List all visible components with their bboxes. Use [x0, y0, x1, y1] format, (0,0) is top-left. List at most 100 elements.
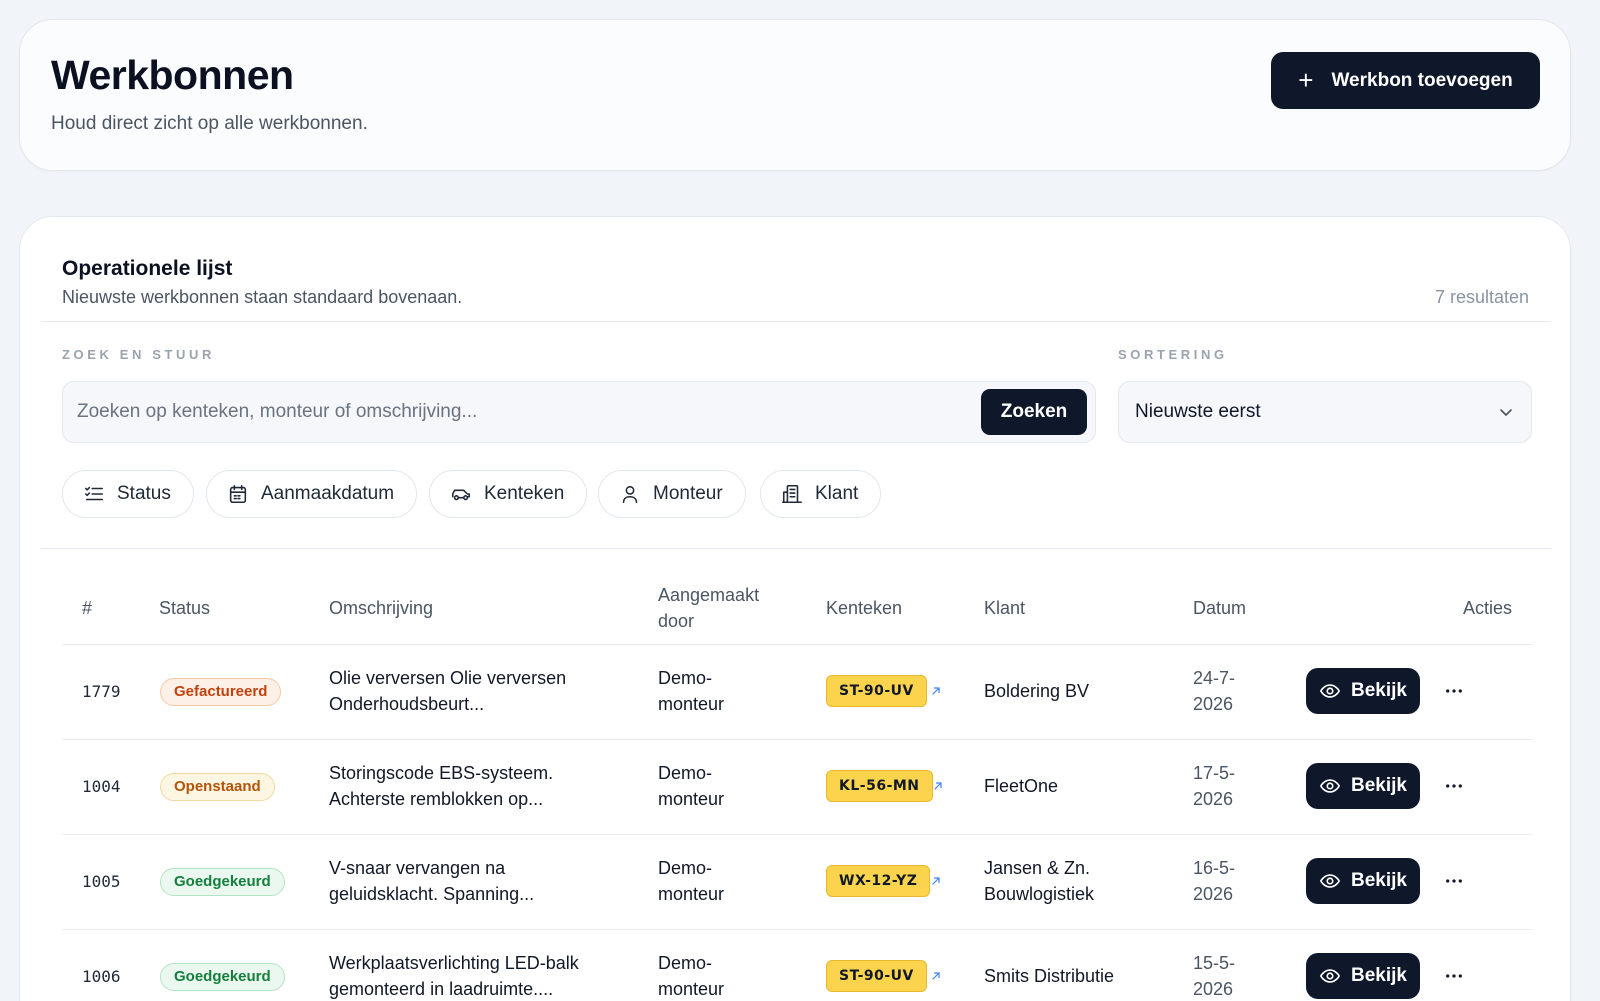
- row-created-by-line1: Demo-: [658, 953, 713, 973]
- row-date-line2: 2026: [1193, 694, 1234, 714]
- status-badge: Openstaand: [160, 773, 275, 801]
- row-number: 1005: [82, 872, 121, 891]
- license-plate[interactable]: KL-56-MN: [826, 770, 933, 802]
- list-title: Operationele lijst: [62, 257, 233, 280]
- view-button-label: Bekijk: [1351, 775, 1407, 796]
- row-customer: Jansen & Zn. Bouwlogistiek: [984, 855, 1094, 907]
- sort-value: Nieuwste eerst: [1135, 401, 1261, 422]
- row-date: 15-5- 2026: [1193, 950, 1235, 1001]
- row-customer: Boldering BV: [984, 681, 1090, 701]
- search-input[interactable]: [77, 396, 957, 428]
- view-button[interactable]: Bekijk: [1306, 668, 1420, 714]
- view-button[interactable]: Bekijk: [1306, 763, 1420, 809]
- column-header-description: Omschrijving: [329, 598, 434, 618]
- column-header-created-by-line1: Aangemaakt: [658, 585, 760, 605]
- row-description-line2: Achterste remblokken op...: [329, 789, 544, 809]
- column-header-actions: Acties: [1462, 598, 1512, 618]
- more-actions-icon[interactable]: [1440, 772, 1468, 800]
- row-date-line1: 16-5-: [1193, 858, 1236, 878]
- filter-chip-klant[interactable]: Klant: [760, 470, 882, 518]
- license-plate[interactable]: ST-90-UV: [826, 960, 927, 992]
- eye-icon: [1320, 684, 1340, 698]
- view-button[interactable]: Bekijk: [1306, 953, 1420, 999]
- checklist-icon: [84, 486, 104, 501]
- more-actions-icon[interactable]: [1440, 677, 1468, 705]
- filter-chip-monteur[interactable]: Monteur: [598, 470, 746, 518]
- view-button[interactable]: Bekijk: [1306, 858, 1420, 904]
- divider: [41, 548, 1551, 549]
- add-werkbon-label: Werkbon toevoegen: [1331, 69, 1513, 91]
- view-button-label: Bekijk: [1351, 965, 1407, 986]
- row-created-by-line1: Demo-: [658, 858, 713, 878]
- row-description: Werkplaatsverlichting LED-balk gemonteerd…: [329, 950, 579, 1001]
- row-number: 1004: [82, 777, 121, 796]
- search-button[interactable]: Zoeken: [981, 389, 1087, 435]
- result-count: 7 resultaten: [1434, 287, 1529, 307]
- table-row[interactable]: 1004 Openstaand Storingscode EBS-systeem…: [62, 739, 1532, 833]
- eye-icon: [1320, 969, 1340, 983]
- eye-icon: [1320, 779, 1340, 793]
- more-actions-icon[interactable]: [1440, 962, 1468, 990]
- row-date-line2: 2026: [1193, 789, 1234, 809]
- row-customer-line2: Bouwlogistiek: [984, 884, 1095, 904]
- column-header-date: Datum: [1193, 598, 1247, 618]
- row-customer-line1: Jansen & Zn.: [984, 858, 1091, 878]
- column-header-created-by-line2: door: [658, 611, 695, 631]
- filter-chip-status[interactable]: Status: [62, 470, 194, 518]
- row-description-line2: gemonteerd in laadruimte....: [329, 979, 554, 999]
- filter-label: Monteur: [653, 483, 723, 504]
- row-date: 17-5- 2026: [1193, 760, 1235, 812]
- table-row[interactable]: 1006 Goedgekeurd Werkplaatsverlichting L…: [62, 929, 1532, 1001]
- add-werkbon-button[interactable]: + Werkbon toevoegen: [1271, 52, 1540, 109]
- filter-chip-aanmaakdatum[interactable]: Aanmaakdatum: [206, 470, 418, 518]
- external-link-icon[interactable]: [930, 970, 942, 982]
- column-header-created-by: Aangemaakt door: [658, 582, 759, 634]
- row-customer: FleetOne: [984, 776, 1059, 796]
- sort-select[interactable]: Nieuwste eerst: [1118, 381, 1532, 443]
- row-created-by: Demo-monteur: [658, 760, 724, 812]
- license-plate[interactable]: ST-90-UV: [826, 675, 927, 707]
- external-link-icon[interactable]: [930, 685, 942, 697]
- row-date-line1: 24-7-: [1193, 668, 1236, 688]
- row-created-by-line2: monteur: [658, 979, 725, 999]
- car-icon: [451, 489, 471, 501]
- status-badge: Goedgekeurd: [160, 868, 285, 896]
- row-created-by: Demo-monteur: [658, 665, 724, 717]
- row-created-by: Demo-monteur: [658, 950, 724, 1001]
- row-created-by: Demo-monteur: [658, 855, 724, 907]
- row-date-line1: 15-5-: [1193, 953, 1236, 973]
- sort-label: SORTERING: [1118, 347, 1228, 362]
- row-date-line2: 2026: [1193, 979, 1234, 999]
- row-description: V-snaar vervangen na geluidsklacht. Spann…: [329, 855, 534, 907]
- row-customer: Smits Distributie: [984, 966, 1115, 986]
- row-description: Storingscode EBS-systeem. Achterste rembl…: [329, 760, 553, 812]
- building-icon: [782, 484, 802, 504]
- license-plate[interactable]: WX-12-YZ: [826, 865, 931, 897]
- divider: [41, 321, 1551, 322]
- row-date: 16-5- 2026: [1193, 855, 1235, 907]
- filter-chip-kenteken[interactable]: Kenteken: [429, 470, 588, 518]
- plus-icon: +: [1298, 64, 1314, 95]
- status-badge: Gefactureerd: [160, 678, 282, 706]
- table-row[interactable]: 1779 Gefactureerd Olie verversen Olie ve…: [62, 644, 1532, 738]
- page-title: Werkbonnen: [51, 52, 294, 98]
- external-link-icon[interactable]: [930, 875, 942, 887]
- user-icon: [622, 485, 638, 504]
- status-badge: Goedgekeurd: [160, 963, 285, 991]
- row-created-by-line1: Demo-: [658, 763, 713, 783]
- row-description-line1: Olie verversen Olie verversen: [329, 668, 567, 688]
- row-description-line1: Storingscode EBS-systeem.: [329, 763, 554, 783]
- more-actions-icon[interactable]: [1440, 867, 1468, 895]
- calendar-icon: [229, 484, 247, 504]
- page-subtitle: Houd direct zicht op alle werkbonnen.: [51, 113, 368, 134]
- column-header-customer: Klant: [984, 598, 1026, 618]
- filter-label: Aanmaakdatum: [261, 483, 395, 504]
- row-description-line1: V-snaar vervangen na: [329, 858, 506, 878]
- row-date-line1: 17-5-: [1193, 763, 1236, 783]
- page-header-card: Werkbonnen Houd direct zicht op alle wer…: [19, 19, 1571, 171]
- table-row[interactable]: 1005 Goedgekeurd V-snaar vervangen na gel…: [62, 834, 1532, 928]
- search-box: Zoeken: [62, 381, 1096, 443]
- row-description-line2: Onderhoudsbeurt...: [329, 694, 485, 714]
- filter-label: Kenteken: [484, 483, 565, 504]
- external-link-icon[interactable]: [932, 780, 944, 792]
